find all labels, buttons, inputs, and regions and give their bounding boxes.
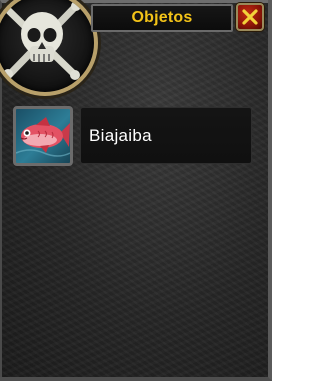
portrait-medallion [0, 0, 98, 96]
loot-item-name-box[interactable]: Biajaiba [80, 107, 252, 164]
close-button[interactable] [236, 3, 264, 31]
close-x-icon [242, 9, 258, 25]
window-title-bar: Objetos [91, 4, 233, 32]
red-fish-icon [16, 117, 70, 157]
window-title: Objetos [131, 9, 193, 26]
loot-item-icon-button[interactable] [13, 106, 73, 166]
loot-item-name: Biajaiba [89, 125, 152, 145]
loot-window: Objetos Biajaiba [0, 0, 272, 381]
skull-crossbones-icon [0, 1, 81, 80]
loot-slot[interactable]: Biajaiba [13, 106, 253, 166]
